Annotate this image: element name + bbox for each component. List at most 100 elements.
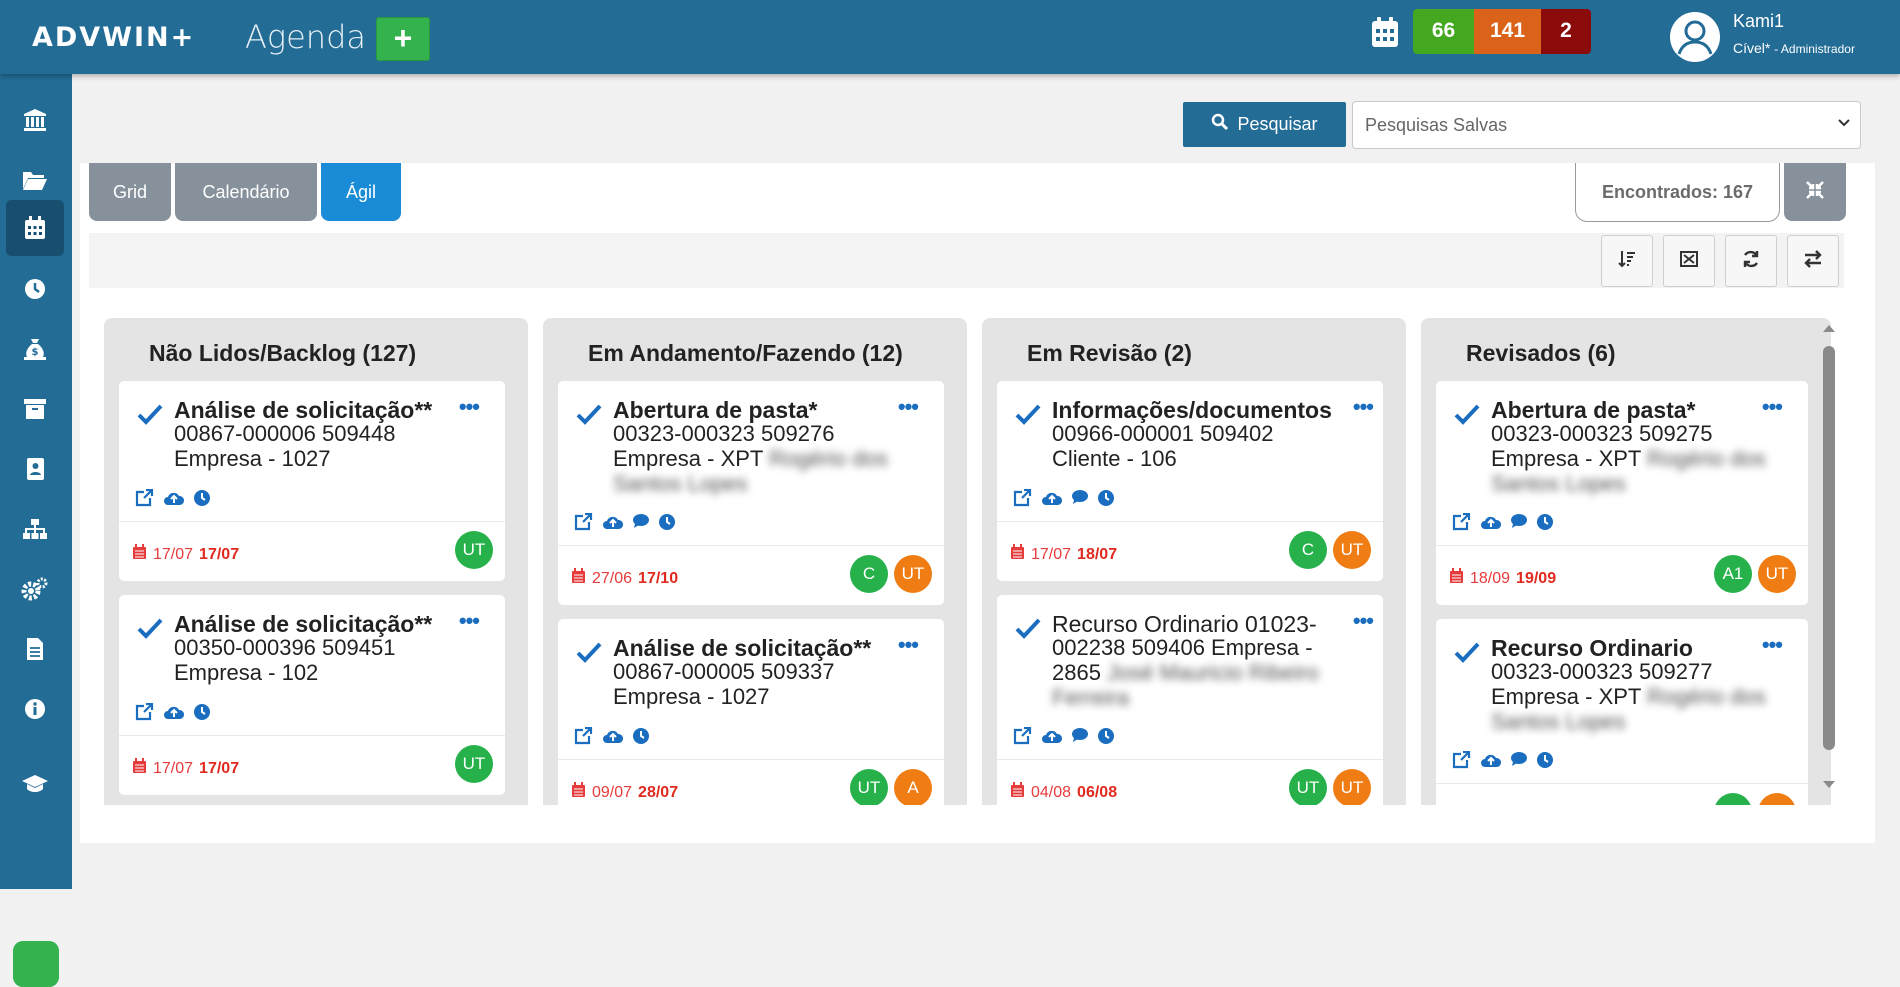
cloud-upload-icon[interactable] [163, 489, 185, 512]
cloud-upload-icon[interactable] [602, 513, 624, 536]
refresh-button[interactable] [1725, 235, 1777, 287]
tab-grid[interactable]: Grid [89, 163, 171, 221]
edit-icon[interactable] [574, 512, 594, 536]
edit-icon[interactable] [1013, 726, 1033, 750]
scrollbar-thumb[interactable] [1823, 346, 1835, 750]
assignee-avatar[interactable]: A1 [1714, 555, 1752, 593]
app-logo[interactable]: ADVWIN+ [32, 22, 195, 53]
counter-red[interactable]: 2 [1541, 9, 1591, 54]
more-options-icon[interactable]: ••• [1353, 394, 1374, 420]
clock-icon[interactable] [6, 261, 64, 317]
clock-icon[interactable] [1536, 513, 1554, 536]
assignee-avatar[interactable]: C [850, 555, 888, 593]
assignee-avatar[interactable]: UT [1758, 555, 1796, 593]
task-card[interactable]: Análise de solicitação** 00350-000396 50… [119, 595, 505, 795]
cloud-upload-icon[interactable] [163, 703, 185, 726]
document-icon[interactable] [6, 621, 64, 677]
check-icon[interactable] [137, 617, 163, 639]
check-icon[interactable] [137, 403, 163, 425]
cogs-icon[interactable] [6, 561, 64, 617]
task-card[interactable]: Análise de solicitação** 00867-000005 50… [558, 619, 944, 805]
clock-icon[interactable] [632, 727, 650, 750]
check-icon[interactable] [1015, 617, 1041, 639]
assignee-avatar[interactable]: A [894, 769, 932, 805]
graduation-cap-icon[interactable] [6, 756, 64, 812]
clock-icon[interactable] [1097, 489, 1115, 512]
cloud-upload-icon[interactable] [1041, 727, 1063, 750]
assignee-avatar[interactable] [1758, 793, 1796, 805]
swap-button[interactable] [1787, 235, 1839, 287]
check-icon[interactable] [1454, 641, 1480, 663]
cloud-upload-icon[interactable] [1480, 513, 1502, 536]
task-card[interactable]: Abertura de pasta* 00323-000323 509275 Em… [1436, 381, 1808, 605]
more-options-icon[interactable]: ••• [1353, 608, 1374, 634]
archive-icon[interactable] [6, 381, 64, 437]
comment-icon[interactable] [1071, 727, 1089, 750]
cloud-upload-icon[interactable] [1480, 751, 1502, 774]
tab-calendario[interactable]: Calendário [175, 163, 317, 221]
sort-button[interactable] [1601, 235, 1653, 287]
assignee-avatar[interactable]: UT [850, 769, 888, 805]
assignee-avatar[interactable]: UT [1289, 769, 1327, 805]
tab-agil[interactable]: Ágil [321, 163, 401, 221]
cloud-upload-icon[interactable] [1041, 489, 1063, 512]
calendar-icon[interactable] [6, 200, 64, 256]
more-options-icon[interactable]: ••• [898, 394, 919, 420]
task-card[interactable]: Informações/documentos 00966-000001 5094… [997, 381, 1383, 581]
check-icon[interactable] [576, 641, 602, 663]
task-card[interactable]: Análise de solicitação** 00867-000006 50… [119, 381, 505, 581]
edit-icon[interactable] [1452, 512, 1472, 536]
comment-icon[interactable] [632, 513, 650, 536]
user-avatar-icon[interactable] [1670, 12, 1720, 62]
assignee-avatar[interactable]: UT [455, 531, 493, 569]
add-event-button[interactable]: + [376, 17, 430, 61]
clock-icon[interactable] [1097, 727, 1115, 750]
sitemap-icon[interactable] [6, 501, 64, 557]
check-icon[interactable] [576, 403, 602, 425]
edit-icon[interactable] [135, 488, 155, 512]
scroll-down-icon[interactable] [1822, 780, 1836, 790]
assignee-avatar[interactable]: UT [455, 745, 493, 783]
task-card[interactable]: Recurso Ordinario 01023- 002238 509406 E… [997, 595, 1383, 805]
assignee-avatar[interactable]: UT [1333, 769, 1371, 805]
more-options-icon[interactable]: ••• [459, 394, 480, 420]
more-options-icon[interactable]: ••• [1762, 632, 1783, 658]
comment-icon[interactable] [1071, 489, 1089, 512]
more-options-icon[interactable]: ••• [459, 608, 480, 634]
cloud-upload-icon[interactable] [602, 727, 624, 750]
search-button[interactable]: Pesquisar [1183, 102, 1346, 147]
bank-icon[interactable] [6, 92, 64, 148]
edit-icon[interactable] [574, 726, 594, 750]
counter-green[interactable]: 66 [1413, 9, 1474, 54]
edit-icon[interactable] [1013, 488, 1033, 512]
task-card[interactable]: Recurso Ordinario 00323-000323 509277 Emp… [1436, 619, 1808, 805]
task-card[interactable]: Abertura de pasta* 00323-000323 509276 Em… [558, 381, 944, 605]
chat-icon[interactable] [13, 941, 59, 987]
check-icon[interactable] [1015, 403, 1041, 425]
assignee-avatar[interactable]: UT [1333, 531, 1371, 569]
clock-icon[interactable] [193, 703, 211, 726]
counter-orange[interactable]: 141 [1474, 9, 1541, 54]
assignee-avatar[interactable] [1714, 793, 1752, 805]
comment-icon[interactable] [1510, 751, 1528, 774]
calendar-icon[interactable] [1371, 16, 1399, 53]
info-icon[interactable] [6, 681, 64, 737]
more-options-icon[interactable]: ••• [898, 632, 919, 658]
saved-searches-select[interactable]: Pesquisas Salvas [1352, 101, 1861, 149]
contact-book-icon[interactable] [6, 441, 64, 497]
clock-icon[interactable] [658, 513, 676, 536]
fit-screen-button[interactable] [1663, 235, 1715, 287]
scroll-up-icon[interactable] [1822, 323, 1836, 333]
edit-icon[interactable] [1452, 750, 1472, 774]
money-bag-icon[interactable]: $ [6, 321, 64, 377]
user-name[interactable]: Kami1 [1733, 11, 1784, 32]
clock-icon[interactable] [1536, 751, 1554, 774]
edit-icon[interactable] [135, 702, 155, 726]
assignee-avatar[interactable]: C [1289, 531, 1327, 569]
comment-icon[interactable] [1510, 513, 1528, 536]
assignee-avatar[interactable]: UT [894, 555, 932, 593]
check-icon[interactable] [1454, 403, 1480, 425]
clock-icon[interactable] [193, 489, 211, 512]
more-options-icon[interactable]: ••• [1762, 394, 1783, 420]
collapse-view-button[interactable] [1784, 163, 1846, 221]
